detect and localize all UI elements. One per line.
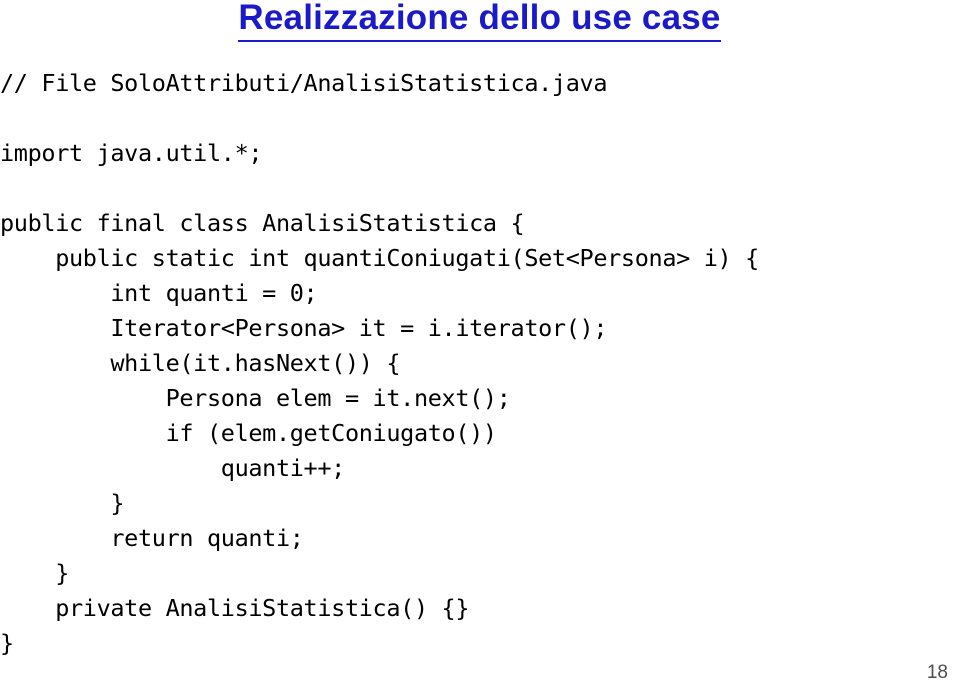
page-title-text: Realizzazione dello use case (238, 0, 721, 42)
code-line: } (0, 559, 69, 587)
code-line: } (0, 489, 125, 517)
code-line: return quanti; (0, 524, 304, 552)
code-line: // File SoloAttributi/AnalisiStatistica.… (0, 69, 608, 97)
code-line: public final class AnalisiStatistica { (0, 209, 525, 237)
page-title: Realizzazione dello use case (0, 0, 959, 42)
slide: Realizzazione dello use case // File Sol… (0, 0, 959, 690)
code-line: import java.util.*; (0, 139, 263, 167)
code-line: } (0, 629, 14, 657)
code-line: public static int quantiConiugati(Set<Pe… (0, 244, 759, 272)
code-line: quanti++; (0, 454, 346, 482)
code-line: Iterator<Persona> it = i.iterator(); (0, 314, 608, 342)
code-block: // File SoloAttributi/AnalisiStatistica.… (0, 66, 959, 661)
code-line: int quanti = 0; (0, 279, 318, 307)
code-line: while(it.hasNext()) { (0, 349, 401, 377)
code-line: if (elem.getConiugato()) (0, 419, 498, 447)
page-number: 18 (926, 662, 948, 683)
code-line: private AnalisiStatistica() {} (0, 594, 470, 622)
code-line: Persona elem = it.next(); (0, 384, 511, 412)
